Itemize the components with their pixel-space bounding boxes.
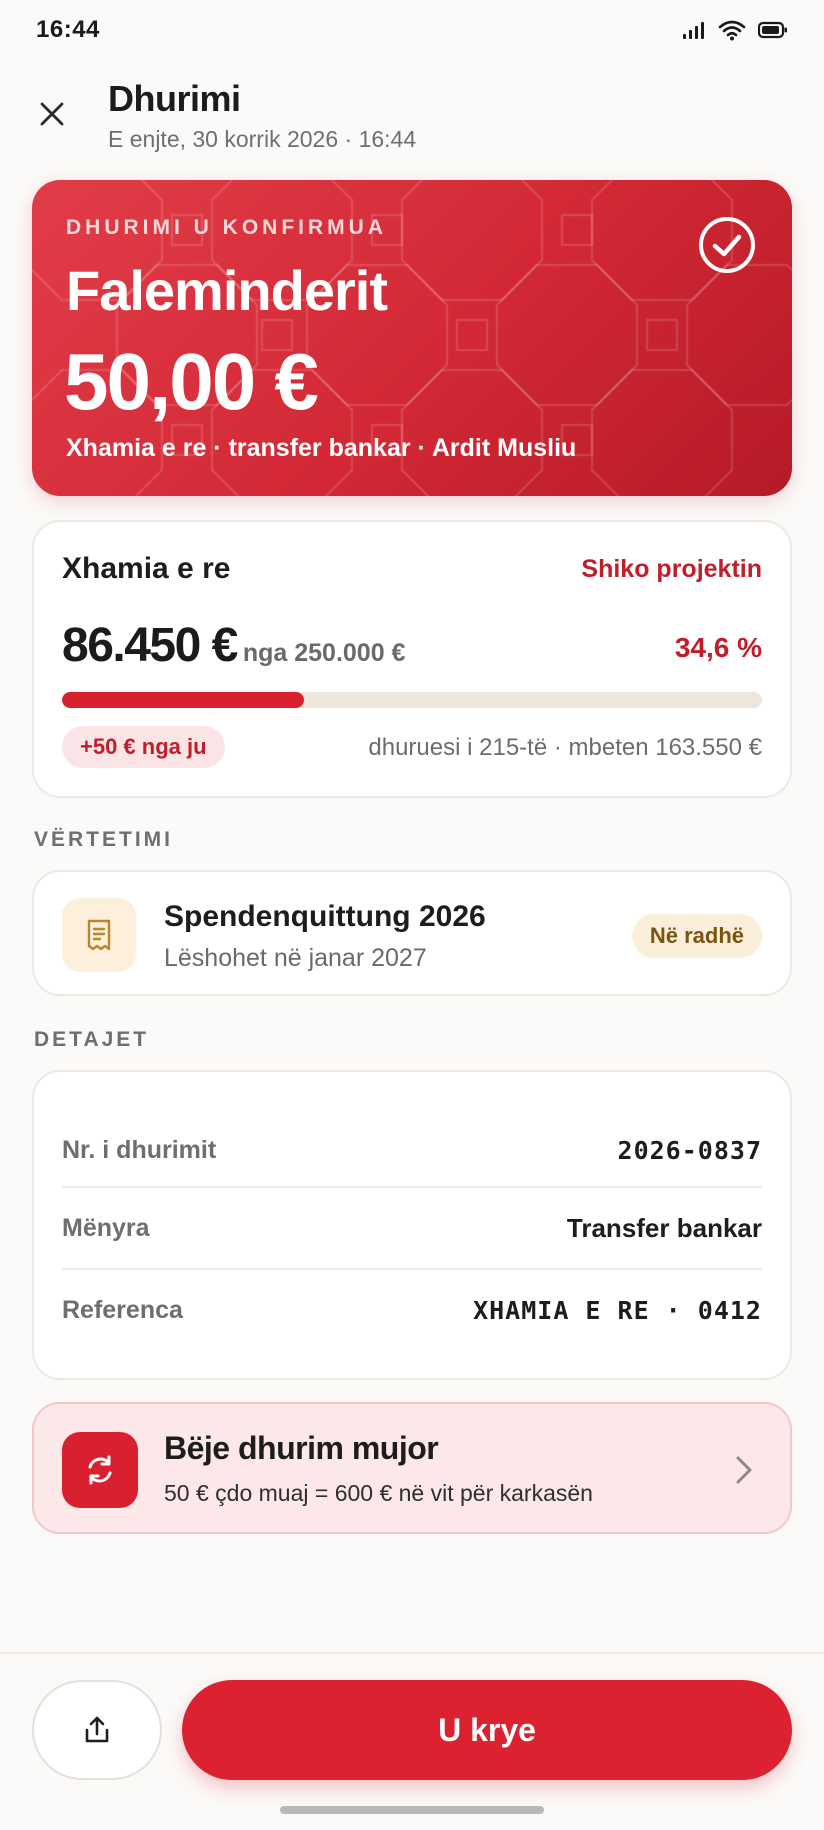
confirmation-card: DHURIMI U KONFIRMUA Faleminderit 50,00 €… (32, 180, 792, 496)
progress-percent: 34,6 % (674, 632, 762, 663)
repeat-icon-box (62, 1432, 138, 1508)
home-indicator (280, 1806, 544, 1814)
receipt-title: Spendenquittung 2026 (164, 900, 486, 933)
goal-amount: nga 250.000 € (242, 639, 406, 667)
receipt-icon-box (62, 898, 136, 972)
receipt-card[interactable]: Spendenquittung 2026 Lëshohet në janar 2… (32, 870, 792, 996)
share-button[interactable] (32, 1680, 162, 1780)
status-time: 16:44 (36, 16, 100, 43)
done-button[interactable]: U krye (182, 1680, 792, 1780)
detail-row-donation-number: Nr. i dhurimit 2026-0837 (62, 1110, 762, 1190)
share-icon (85, 1716, 109, 1743)
page-title: Dhurimi (108, 78, 241, 119)
details-section-label: DETAJET (34, 1028, 150, 1051)
raised-row: 86.450 € nga 250.000 € (62, 618, 405, 673)
progress-fill (62, 692, 305, 708)
monthly-subtitle: 50 € çdo muaj = 600 € në vit për karkasë… (164, 1480, 593, 1506)
receipt-section-label: VËRTETIMI (34, 828, 174, 851)
view-project-link[interactable]: Shiko projektin (581, 555, 762, 584)
page-subtitle: E enjte, 30 korrik 2026 · 16:44 (108, 126, 417, 152)
battery-icon (758, 21, 787, 39)
header: Dhurimi E enjte, 30 korrik 2026 · 16:44 (0, 70, 824, 160)
thank-you-title: Faleminderit (66, 259, 388, 322)
detail-label: Mënyra (62, 1213, 150, 1242)
detail-label: Nr. i dhurimit (62, 1135, 217, 1164)
monthly-title: Bëje dhurim mujor (164, 1430, 439, 1466)
wifi-icon (718, 20, 746, 41)
detail-value: 2026-0837 (617, 1135, 762, 1165)
details-card: Nr. i dhurimit 2026-0837 Mënyra Transfer… (32, 1070, 792, 1380)
monthly-donation-card[interactable]: Bëje dhurim mujor 50 € çdo muaj = 600 € … (32, 1402, 792, 1534)
repeat-icon (88, 1455, 112, 1485)
your-contribution-badge: +50 € nga ju (62, 726, 225, 768)
donation-meta: Xhamia e re · transfer bankar · Ardit Mu… (66, 434, 577, 462)
project-card: Xhamia e re Shiko projektin 86.450 € nga… (32, 520, 792, 798)
raised-amount: 86.450 € (62, 619, 238, 672)
check-circle-icon (699, 217, 755, 273)
status-icons (682, 19, 788, 41)
bottom-action-bar: U krye (0, 1652, 824, 1830)
close-button[interactable] (30, 92, 74, 136)
progress-bar (62, 692, 762, 708)
close-icon (40, 102, 64, 126)
detail-value: Transfer bankar (566, 1212, 762, 1243)
detail-row-reference: Referenca XHAMIA E RE · 0412 (62, 1270, 762, 1350)
receipt-icon (87, 919, 111, 951)
detail-row-method: Mënyra Transfer bankar (62, 1188, 762, 1268)
status-bar: 16:44 (0, 0, 824, 60)
donor-meta: dhuruesi i 215-të · mbeten 163.550 € (368, 734, 762, 761)
detail-value: XHAMIA E RE · 0412 (473, 1295, 762, 1325)
project-name: Xhamia e re (62, 552, 231, 585)
chevron-right-icon (736, 1456, 752, 1484)
detail-label: Referenca (62, 1295, 183, 1324)
donation-amount: 50,00 € (64, 337, 319, 426)
receipt-subtitle: Lëshohet në janar 2027 (164, 944, 427, 972)
confirmation-kicker: DHURIMI U KONFIRMUA (66, 216, 387, 239)
receipt-status-badge: Në radhë (631, 914, 762, 958)
signal-icon (683, 22, 704, 39)
